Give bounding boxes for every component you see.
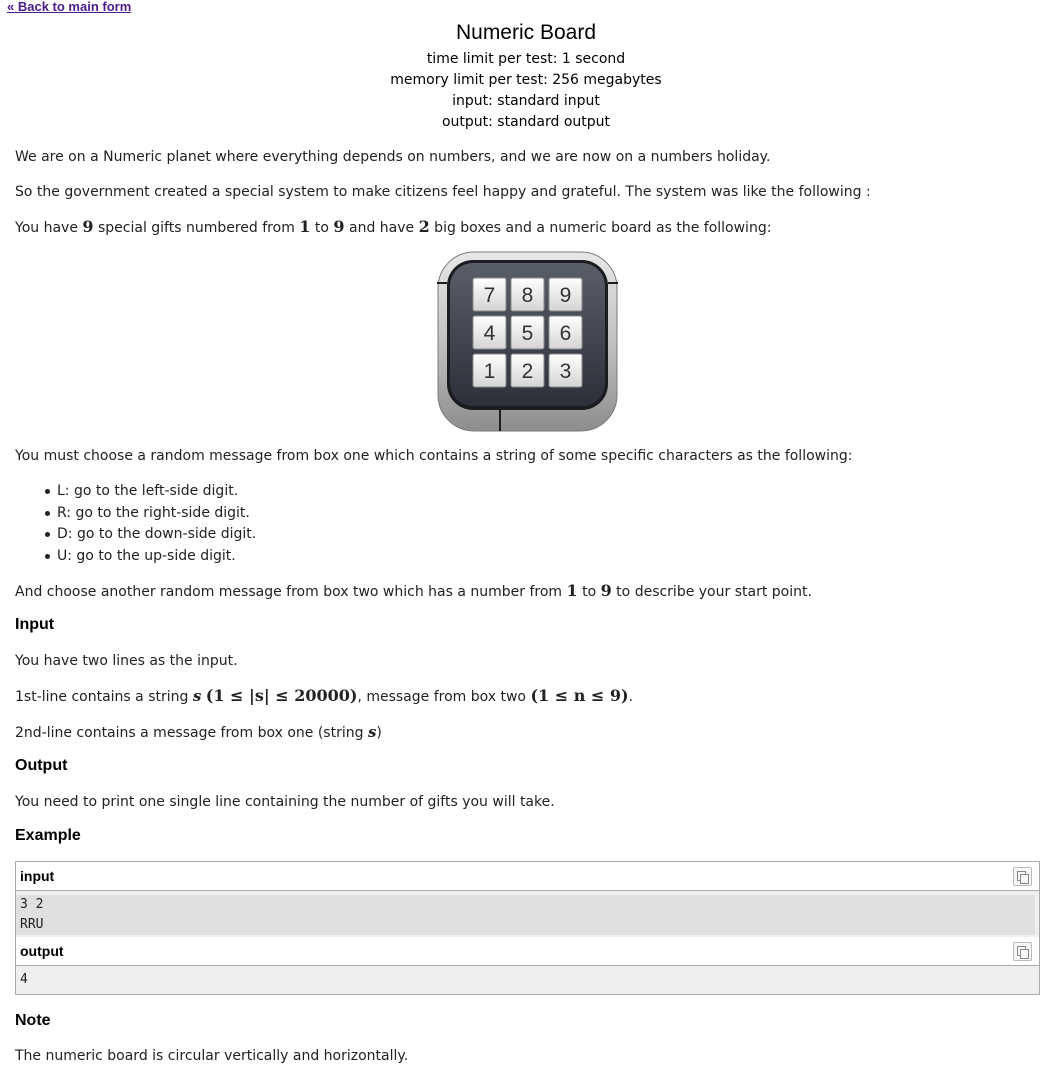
statement-paragraph-2: So the government created a special syst… [15,184,871,200]
sample-output-header: output [16,937,1039,966]
sample-output-label: output [20,943,64,959]
list-item: L: go to the left-side digit. [45,481,256,503]
input-paragraph-2: 1st-line contains a string s (1 ≤ |s| ≤ … [15,686,634,705]
sample-input-box: input 3 2 RRU [15,861,1040,940]
sample-input-header: input [16,862,1039,891]
memory-limit: memory limit per test: 256 megabytes [390,72,662,88]
statement-paragraph-1: We are on a Numeric planet where everyth… [15,149,771,165]
numeric-board-image: 7 8 9 4 5 6 1 2 3 [437,251,618,432]
statement-paragraph-4: You must choose a random message from bo… [15,448,853,464]
board-key-label: 2 [522,360,534,383]
example-section-title: Example [15,827,81,844]
board-key: 3 [548,353,583,388]
input-paragraph-1: You have two lines as the input. [15,653,238,669]
sample-input-body: 3 2 RRU [16,891,1039,939]
direction-list: L: go to the left-side digit. R: go to t… [45,481,256,567]
note-paragraph-1: The numeric board is circular vertically… [15,1048,409,1064]
output-paragraph-1: You need to print one single line contai… [15,794,555,810]
board-key-label: 7 [484,284,496,307]
list-item: U: go to the up-side digit. [45,546,256,568]
board-key: 9 [548,277,583,312]
board-key-label: 1 [484,360,496,383]
board-key: 4 [472,315,507,350]
board-key-label: 9 [560,284,572,307]
input-section-title: Input [15,616,55,633]
board-key-label: 8 [522,284,534,307]
list-item: R: go to the right-side digit. [45,503,256,525]
board-key-label: 5 [522,322,534,345]
sample-output-line: 4 [20,972,28,987]
statement-paragraph-3: You have 9 special gifts numbered from 1… [15,217,772,236]
board-key: 7 [472,277,507,312]
board-key: 8 [510,277,545,312]
list-item: D: go to the down-side digit. [45,524,256,546]
board-key: 6 [548,315,583,350]
numeric-board-svg: 7 8 9 4 5 6 1 2 3 [437,251,618,432]
copy-icon[interactable] [1013,942,1032,961]
sample-input-line: 3 2 [16,895,1035,915]
output-spec: output: standard output [441,114,611,130]
statement-paragraph-5: And choose another random message from b… [15,581,812,600]
sample-input-label: input [20,868,55,884]
back-to-main-form-link[interactable]: « Back to main form [7,0,131,14]
input-spec: input: standard input [452,93,600,109]
copy-icon[interactable] [1013,867,1032,886]
board-key-label: 6 [560,322,572,345]
sample-output-box: output 4 [15,937,1040,995]
problem-title: Numeric Board [455,21,597,44]
board-key-label: 4 [484,322,496,345]
board-key-label: 3 [560,360,572,383]
time-limit: time limit per test: 1 second [426,51,626,67]
board-key: 1 [472,353,507,388]
board-keys: 7 8 9 4 5 6 1 2 3 [472,277,583,388]
input-paragraph-3: 2nd-line contains a message from box one… [15,723,382,741]
output-section-title: Output [15,757,68,774]
problem-header: Numeric Board time limit per test: 1 sec… [0,20,1052,133]
board-key: 5 [510,315,545,350]
sample-output-body: 4 [16,966,1039,994]
note-section-title: Note [15,1012,51,1029]
sample-input-line: RRU [16,915,1035,935]
board-key: 2 [510,353,545,388]
